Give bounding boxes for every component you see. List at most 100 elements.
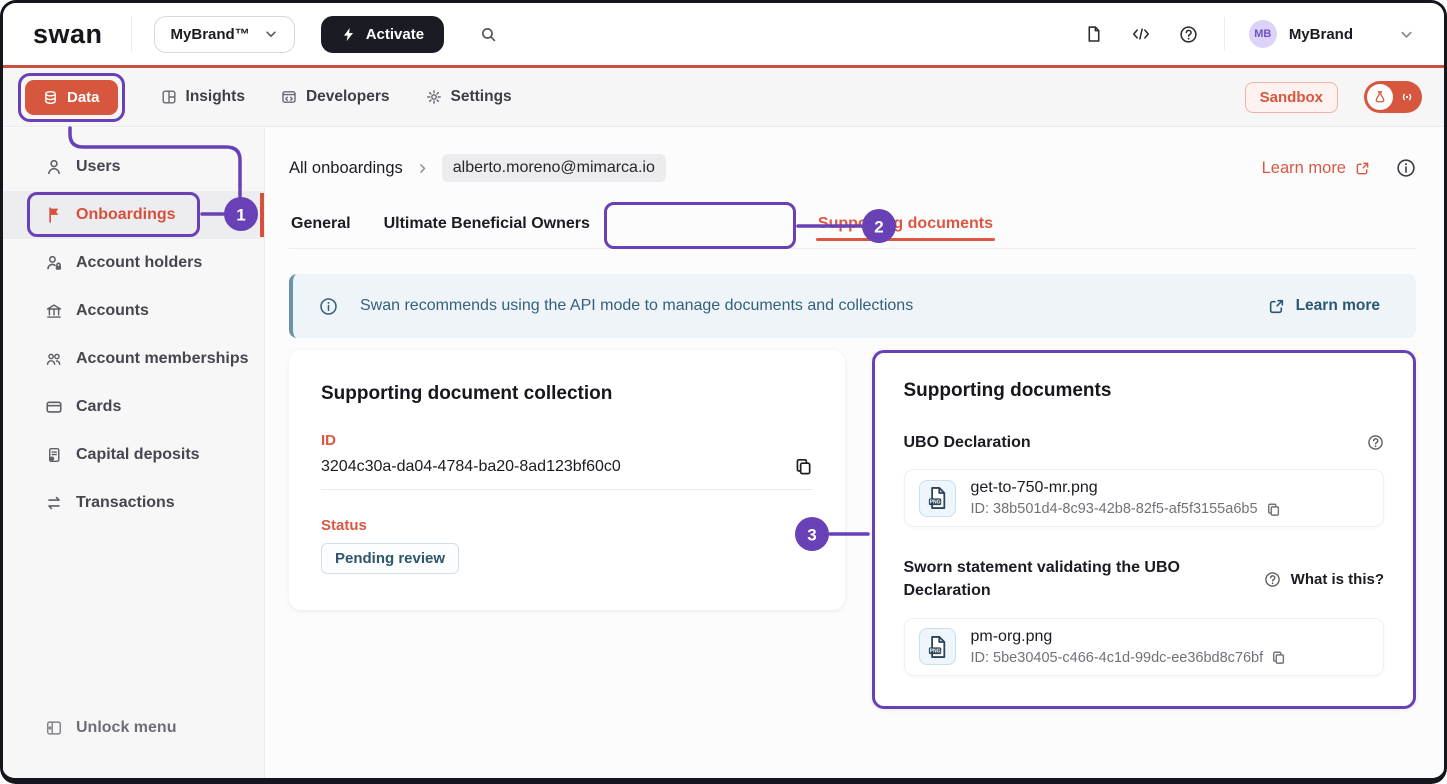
document-info: get-to-750-mr.png ID: 38b501d4-8c93-42b8… [971, 479, 1281, 517]
what-is-this-link[interactable]: What is this? [1264, 571, 1384, 588]
document-row[interactable]: PNG get-to-750-mr.png ID: 38b501d4-8c93-… [904, 469, 1385, 527]
documents-card-title: Supporting documents [904, 380, 1385, 402]
tab-supporting-documents[interactable]: Supporting documents [816, 203, 995, 245]
account-name: MyBrand [1289, 26, 1353, 43]
cards-row: Supporting document collection ID 3204c3… [289, 350, 1416, 709]
copy-icon[interactable] [1266, 502, 1281, 517]
banner-message: Swan recommends using the API mode to ma… [360, 297, 913, 315]
project-selector-label: MyBrand™ [171, 26, 250, 43]
divider [321, 489, 813, 490]
sworn-statement-label: Sworn statement validating the UBO Decla… [904, 556, 1204, 602]
active-indicator [260, 193, 264, 237]
sidebar-item-accounts[interactable]: Accounts [3, 287, 264, 335]
id-row: 3204c30a-da04-4784-ba20-8ad123bf60c0 [321, 457, 813, 476]
activate-label: Activate [366, 26, 424, 43]
docs-icon[interactable] [1085, 25, 1103, 43]
document-id-row: ID: 5be30405-c466-4c1d-99dc-ee36bd8c76bf [971, 650, 1287, 666]
learn-more-link[interactable]: Learn more [1262, 159, 1370, 178]
user-lock-icon [45, 254, 63, 272]
avatar[interactable]: MB [1249, 20, 1277, 48]
sidebar-item-label: Accounts [76, 302, 149, 320]
ubo-declaration-section-header: UBO Declaration [904, 431, 1385, 454]
flag-icon [45, 206, 63, 224]
learn-more-label: Learn more [1262, 159, 1346, 178]
project-selector[interactable]: MyBrand™ [154, 16, 295, 53]
breadcrumb: All onboardings alberto.moreno@mimarca.i… [289, 154, 1416, 182]
external-link-icon [1355, 161, 1370, 176]
svg-text:PNG: PNG [930, 500, 941, 506]
sandbox-badge[interactable]: Sandbox [1245, 82, 1338, 113]
breadcrumb-current: alberto.moreno@mimarca.io [442, 154, 666, 182]
breadcrumb-all-onboardings[interactable]: All onboardings [289, 159, 403, 178]
nav-item-insights[interactable]: Insights [161, 88, 245, 106]
document-id: ID: 38b501d4-8c93-42b8-82f5-af5f3155a6b5 [971, 501, 1258, 517]
app-window: swan MyBrand™ Activate [0, 0, 1447, 784]
ubo-declaration-label: UBO Declaration [904, 431, 1031, 454]
sidebar-item-capital-deposits[interactable]: Capital deposits [3, 431, 264, 479]
banner-learn-more-link[interactable]: Learn more [1268, 297, 1380, 315]
nav-item-settings[interactable]: Settings [426, 88, 512, 106]
bank-icon [45, 302, 63, 320]
collection-id-value: 3204c30a-da04-4784-ba20-8ad123bf60c0 [321, 458, 621, 476]
transfer-arrows-icon [45, 494, 63, 512]
sidebar-item-cards[interactable]: Cards [3, 383, 264, 431]
document-id: ID: 5be30405-c466-4c1d-99dc-ee36bd8c76bf [971, 650, 1264, 666]
nav-item-data[interactable]: Data [25, 80, 118, 115]
tab-ultimate-beneficial-owners[interactable]: Ultimate Beneficial Owners [382, 203, 592, 245]
active-tab-underline [816, 238, 995, 241]
png-file-icon: PNG [919, 628, 956, 665]
api-code-icon[interactable] [1131, 25, 1151, 43]
supporting-documents-card: Supporting documents UBO Declaration PNG… [872, 350, 1417, 709]
main-content: All onboardings alberto.moreno@mimarca.i… [265, 128, 1444, 778]
chevron-right-icon [416, 162, 429, 175]
sidebar-item-label: Account memberships [76, 350, 248, 368]
nav-item-developers[interactable]: Developers [281, 88, 390, 106]
swan-logo: swan [33, 19, 103, 50]
id-label: ID [321, 432, 813, 449]
sworn-statement-section-header: Sworn statement validating the UBO Decla… [904, 556, 1385, 602]
tab-supporting-documents-label: Supporting documents [818, 215, 993, 232]
sidebar-item-label: Users [76, 158, 120, 176]
help-circle-icon[interactable] [1367, 434, 1384, 451]
copy-icon[interactable] [794, 457, 813, 476]
nav-item-settings-label: Settings [451, 88, 512, 106]
activate-button[interactable]: Activate [321, 16, 444, 53]
document-row[interactable]: PNG pm-org.png ID: 5be30405-c466-4c1d-99… [904, 618, 1385, 676]
panel-expand-icon [45, 719, 63, 737]
top-bar: swan MyBrand™ Activate [3, 3, 1444, 65]
gear-icon [426, 89, 442, 105]
sidebar-item-account-holders[interactable]: Account holders [3, 239, 264, 287]
sidebar-unlock-menu[interactable]: Unlock menu [3, 704, 263, 752]
what-is-this-label: What is this? [1291, 571, 1384, 588]
sidebar-item-label: Onboardings [76, 206, 176, 224]
project-nav-bar: Data Insights Developers Settings Sandbo… [3, 68, 1444, 127]
sidebar-item-onboardings[interactable]: Onboardings [3, 191, 264, 239]
chevron-down-icon [264, 27, 278, 41]
sidebar-item-label: Capital deposits [76, 446, 200, 464]
tab-general[interactable]: General [289, 203, 353, 245]
sidebar-item-users[interactable]: Users [3, 143, 264, 191]
account-chevron-down-icon[interactable] [1399, 27, 1414, 42]
copy-icon[interactable] [1271, 650, 1286, 665]
document-info: pm-org.png ID: 5be30405-c466-4c1d-99dc-e… [971, 628, 1287, 666]
collection-card-title: Supporting document collection [321, 383, 813, 405]
sidebar-item-account-memberships[interactable]: Account memberships [3, 335, 264, 383]
document-name: get-to-750-mr.png [971, 479, 1281, 497]
divider [1224, 17, 1225, 51]
sidebar-item-transactions[interactable]: Transactions [3, 479, 264, 527]
info-icon[interactable] [1396, 158, 1416, 178]
tab-bar: General Ultimate Beneficial Owners Suppo… [289, 203, 1416, 249]
sidebar-item-label: Cards [76, 398, 121, 416]
help-icon[interactable] [1179, 25, 1198, 44]
status-badge: Pending review [321, 543, 459, 574]
insights-icon [161, 89, 177, 105]
search-icon[interactable] [480, 26, 497, 43]
environment-toggle[interactable] [1364, 81, 1422, 113]
sidebar-item-label: Transactions [76, 494, 175, 512]
status-label: Status [321, 517, 813, 534]
card-icon [45, 398, 63, 416]
png-file-icon: PNG [919, 480, 956, 517]
sidebar: Users Onboardings Account holders Accoun… [3, 128, 265, 778]
document-name: pm-org.png [971, 628, 1287, 646]
svg-text:PNG: PNG [930, 648, 941, 654]
